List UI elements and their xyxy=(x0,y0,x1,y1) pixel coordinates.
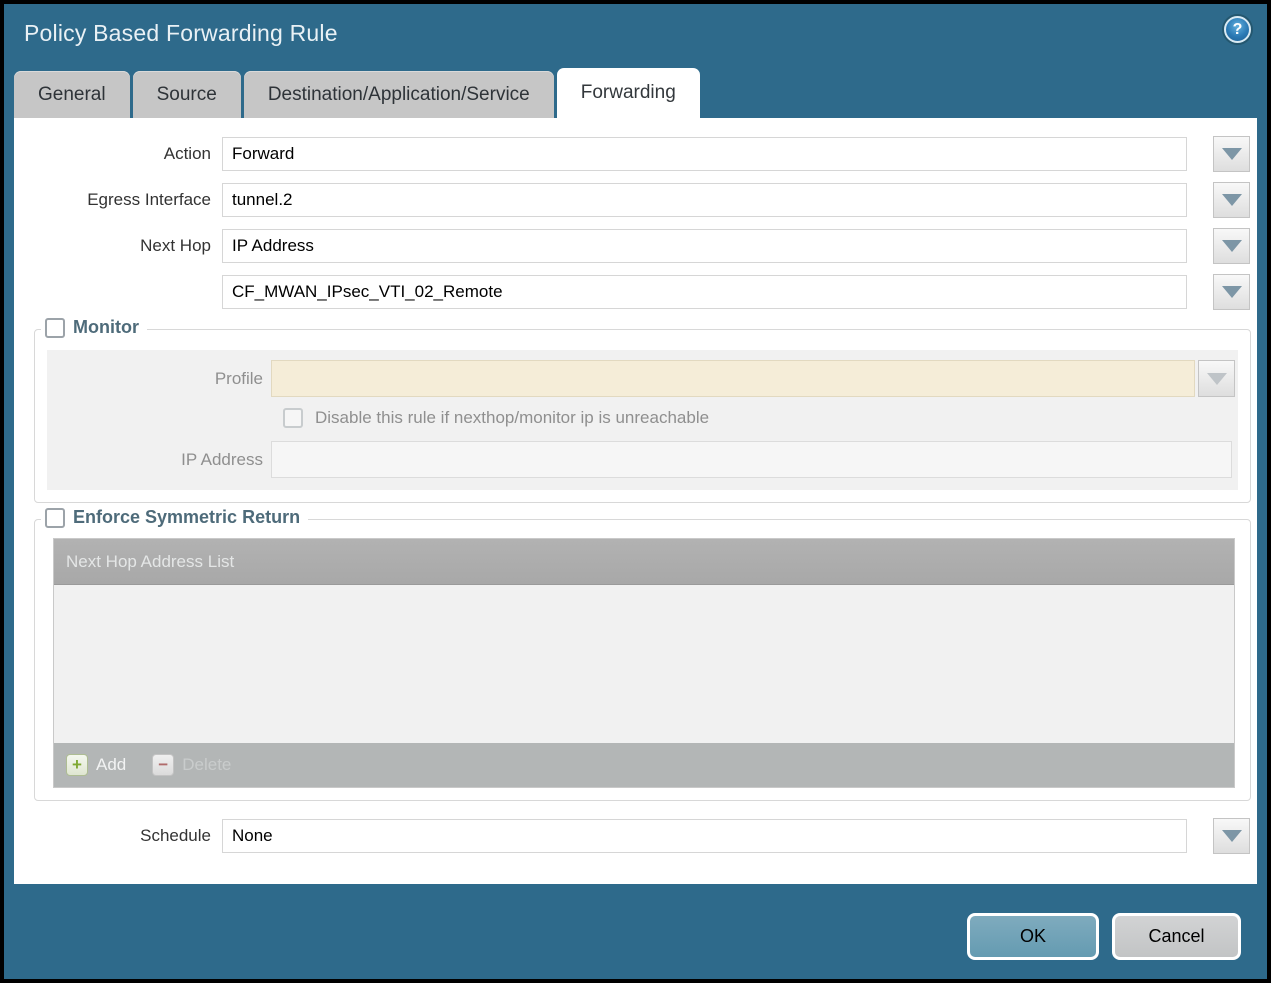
cancel-button[interactable]: Cancel xyxy=(1112,913,1241,960)
title-bar: Policy Based Forwarding Rule ? xyxy=(4,4,1267,68)
disable-rule-label: Disable this rule if nexthop/monitor ip … xyxy=(315,408,709,428)
action-row: Action Forward xyxy=(14,137,1250,171)
chevron-down-icon xyxy=(1222,286,1242,298)
action-label: Action xyxy=(14,144,222,164)
schedule-input[interactable]: None xyxy=(222,819,1187,853)
help-icon[interactable]: ? xyxy=(1224,16,1251,43)
profile-row: Profile xyxy=(47,360,1235,397)
monitor-title: Monitor xyxy=(73,317,139,338)
monitor-fieldset: Monitor Profile Disable this rule if nex… xyxy=(34,329,1251,503)
symmetric-return-title: Enforce Symmetric Return xyxy=(73,507,300,528)
monitor-checkbox[interactable] xyxy=(45,318,65,338)
egress-interface-dropdown-trigger[interactable] xyxy=(1213,182,1250,218)
chevron-down-icon xyxy=(1207,373,1227,385)
add-button-label: Add xyxy=(96,755,126,775)
next-hop-address-list-header[interactable]: Next Hop Address List xyxy=(54,539,1234,585)
delete-button-label: Delete xyxy=(182,755,231,775)
chevron-down-icon xyxy=(1222,194,1242,206)
next-hop-address-input[interactable]: CF_MWAN_IPsec_VTI_02_Remote xyxy=(222,275,1187,309)
egress-interface-row: Egress Interface tunnel.2 xyxy=(14,183,1250,217)
disable-rule-row: Disable this rule if nexthop/monitor ip … xyxy=(283,408,1235,428)
next-hop-row: Next Hop IP Address xyxy=(14,229,1250,263)
schedule-dropdown-trigger[interactable] xyxy=(1213,818,1250,854)
disable-rule-checkbox[interactable] xyxy=(283,408,303,428)
monitor-ip-address-input[interactable] xyxy=(271,441,1232,478)
add-button[interactable]: + Add xyxy=(66,754,126,776)
symmetric-return-legend: Enforce Symmetric Return xyxy=(41,507,308,528)
tab-source[interactable]: Source xyxy=(133,71,241,118)
plus-icon: + xyxy=(66,754,88,776)
tab-bar: General Source Destination/Application/S… xyxy=(4,68,1267,118)
tab-forwarding[interactable]: Forwarding xyxy=(557,68,700,118)
schedule-row: Schedule None xyxy=(14,819,1250,853)
tab-general[interactable]: General xyxy=(14,71,130,118)
ok-button[interactable]: OK xyxy=(967,913,1099,960)
policy-based-forwarding-dialog: Policy Based Forwarding Rule ? General S… xyxy=(4,4,1267,979)
action-input[interactable]: Forward xyxy=(222,137,1187,171)
schedule-label: Schedule xyxy=(14,826,222,846)
chevron-down-icon xyxy=(1222,148,1242,160)
profile-input[interactable] xyxy=(271,360,1195,397)
monitor-panel: Profile Disable this rule if nexthop/mon… xyxy=(47,350,1238,490)
monitor-ip-address-row: IP Address xyxy=(47,441,1235,478)
dialog-title: Policy Based Forwarding Rule xyxy=(24,20,338,47)
symmetric-return-fieldset: Enforce Symmetric Return Next Hop Addres… xyxy=(34,519,1251,801)
monitor-ip-address-label: IP Address xyxy=(47,450,271,470)
next-hop-address-row: CF_MWAN_IPsec_VTI_02_Remote xyxy=(14,275,1250,309)
profile-label: Profile xyxy=(47,369,271,389)
minus-icon: − xyxy=(152,754,174,776)
profile-dropdown-trigger[interactable] xyxy=(1198,360,1235,397)
symmetric-return-checkbox[interactable] xyxy=(45,508,65,528)
forwarding-tab-panel: Action Forward Egress Interface tunnel.2… xyxy=(14,118,1257,884)
next-hop-address-list-table: Next Hop Address List + Add − Delete xyxy=(53,538,1235,788)
monitor-legend: Monitor xyxy=(41,317,147,338)
next-hop-address-list-body[interactable] xyxy=(54,585,1234,743)
action-dropdown-trigger[interactable] xyxy=(1213,136,1250,172)
next-hop-label: Next Hop xyxy=(14,236,222,256)
chevron-down-icon xyxy=(1222,830,1242,842)
tab-destination-application-service[interactable]: Destination/Application/Service xyxy=(244,71,554,118)
next-hop-address-dropdown-trigger[interactable] xyxy=(1213,274,1250,310)
egress-interface-input[interactable]: tunnel.2 xyxy=(222,183,1187,217)
delete-button[interactable]: − Delete xyxy=(152,754,231,776)
next-hop-type-input[interactable]: IP Address xyxy=(222,229,1187,263)
next-hop-dropdown-trigger[interactable] xyxy=(1213,228,1250,264)
egress-interface-label: Egress Interface xyxy=(14,190,222,210)
next-hop-address-list-toolbar: + Add − Delete xyxy=(54,743,1234,787)
chevron-down-icon xyxy=(1222,240,1242,252)
dialog-footer: OK Cancel xyxy=(967,913,1241,960)
